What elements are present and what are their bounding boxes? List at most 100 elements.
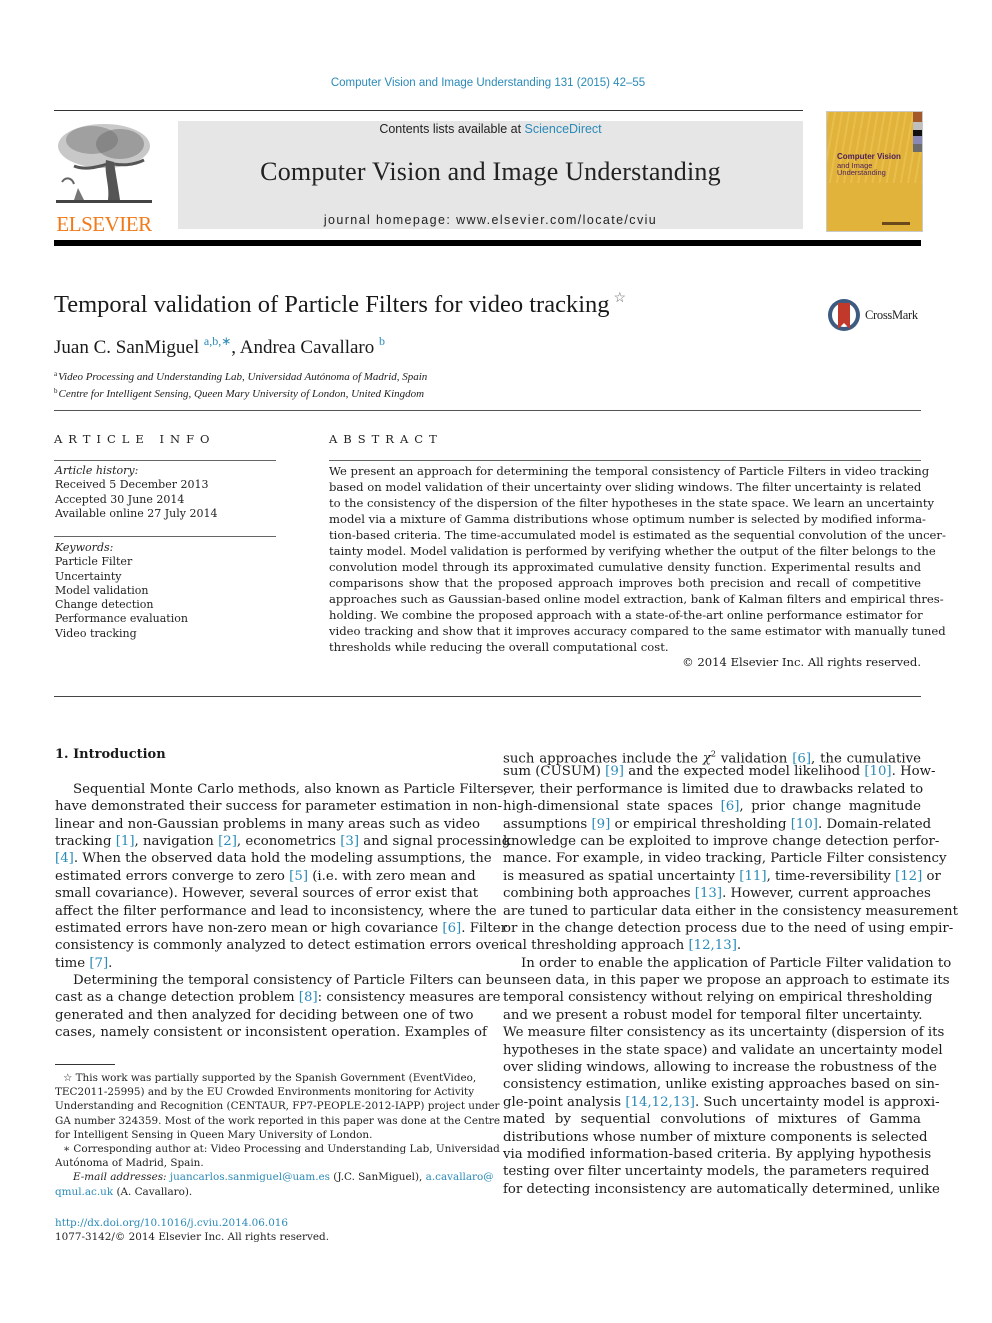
text-line: E-mail addresses: juancarlos.sanmiguel@u…	[73, 1171, 494, 1184]
body-right-column: such approaches include the χ2 validatio…	[503, 746, 958, 1198]
citation-link[interactable]: [8]	[299, 990, 318, 1005]
citation-link[interactable]: juancarlos.sanmiguel@uam.es	[170, 1171, 330, 1183]
abstract-line: model via a mixture of Gamma distributio…	[329, 512, 926, 526]
elsevier-logo[interactable]: ELSEVIER	[54, 120, 154, 236]
text-line: small covariance). However, several sour…	[55, 886, 479, 902]
text-line: for Intelligent Sensing in Queen Mary Un…	[55, 1128, 373, 1141]
citation-link[interactable]: [11]	[739, 869, 766, 884]
text-line: Sequential Monte Carlo methods, also kno…	[73, 781, 508, 797]
citation-link[interactable]: [6]	[442, 921, 461, 936]
author-name: Juan C. SanMiguel	[54, 337, 200, 358]
text-line: for detecting inconsistency are automati…	[503, 1181, 940, 1197]
text-line: have demonstrated their success for para…	[55, 799, 503, 815]
cover-subtitle: and Image Understanding	[837, 161, 886, 177]
footnotes: ☆ This work was partially supported by t…	[55, 1071, 500, 1199]
text-line: ∗ Corresponding author at: Video Process…	[63, 1142, 500, 1155]
citation-link[interactable]: [12,13]	[688, 938, 736, 953]
introduction-paragraphs: Sequential Monte Carlo methods, also kno…	[55, 781, 511, 1042]
keyword: Uncertainty	[55, 569, 122, 583]
author-name: Andrea Cavallaro	[239, 337, 375, 358]
keyword: Performance evaluation	[55, 612, 188, 626]
citation-link[interactable]: a.cavallaro@	[426, 1171, 494, 1183]
text-line: Autónoma of Madrid, Spain.	[55, 1157, 204, 1170]
abstract-line: comparisons show that the proposed appro…	[329, 576, 921, 590]
divider	[54, 696, 921, 697]
text-line: ☆ This work was partially supported by t…	[63, 1072, 477, 1084]
abstract-line: convolution model through its approximat…	[329, 560, 921, 574]
citation-link[interactable]: [1]	[116, 834, 135, 849]
header-thick-divider	[54, 240, 921, 246]
label-text: E-mail addresses:	[73, 1171, 170, 1184]
text-line: hypotheses in the state space) and valid…	[503, 1042, 943, 1058]
author-affiliation-marks[interactable]: b	[379, 334, 385, 348]
abstract-line: video tracking and show that it improves…	[329, 624, 946, 638]
author-affiliation-marks[interactable]: a,b,∗	[204, 334, 231, 348]
affiliation-a: aVideo Processing and Understanding Lab,…	[54, 370, 428, 383]
text-line: over sliding windows, allowing to increa…	[503, 1060, 937, 1076]
text-line: estimated errors converge to zero [5] (i…	[55, 868, 476, 884]
keywords-heading: Keywords:	[55, 541, 114, 554]
article-title: Temporal validation of Particle Filters …	[54, 291, 627, 318]
text-line: TEC2011-25995) and by the EU Crowded Env…	[55, 1086, 475, 1099]
divider	[54, 460, 276, 461]
citation-link[interactable]: [3]	[340, 834, 359, 849]
journal-homepage-link[interactable]: journal homepage: www.elsevier.com/locat…	[178, 213, 803, 227]
article-history: Article history: Received 5 December 201…	[55, 464, 217, 521]
text-line: and we present a robust model for tempor…	[503, 1007, 923, 1023]
abstract-line: holding. We combine the proposed approac…	[329, 608, 923, 622]
text-line: ical thresholding approach [12,13].	[503, 938, 742, 954]
abstract-line: based on model validation of their uncer…	[329, 480, 922, 494]
divider	[329, 460, 921, 461]
text-line: or in the change detection process due t…	[503, 920, 954, 936]
text-line: cases, namely consistent or inconsistent…	[55, 1025, 487, 1041]
text-line: qmul.ac.uk (A. Cavallaro).	[55, 1185, 193, 1198]
text-line: knowledge can be exploited to improve ch…	[503, 833, 940, 849]
text-line: cast as a change detection problem [8]: …	[55, 990, 501, 1006]
journal-cover-thumbnail[interactable]: Computer Vision and Image Understanding	[826, 111, 923, 232]
text-line: In order to enable the application of Pa…	[521, 955, 952, 971]
title-footnote-star-icon[interactable]: ☆	[614, 291, 627, 306]
crossmark-badge[interactable]: CrossMark	[827, 297, 927, 333]
crossmark-icon	[828, 299, 860, 331]
citation-link[interactable]: [10]	[864, 764, 891, 779]
divider	[54, 536, 276, 537]
citation-link[interactable]: [7]	[89, 956, 108, 971]
text-line: affect the filter performance and lead t…	[55, 903, 497, 919]
text-line: mance. For example, in video tracking, P…	[503, 851, 947, 867]
citation-link[interactable]: [6]	[721, 799, 740, 814]
citation-link[interactable]: qmul.ac.uk	[55, 1186, 113, 1198]
history-online: Available online 27 July 2014	[55, 506, 218, 520]
citation-link[interactable]: [2]	[218, 834, 237, 849]
citation-link[interactable]: [14,12,13]	[625, 1095, 695, 1110]
abstract-line: tainty model. Model validation is perfor…	[329, 544, 936, 558]
text-line: tracking [1], navigation [2], econometri…	[55, 833, 511, 849]
abstract-heading: ABSTRACT	[329, 432, 443, 446]
cover-image-strip	[913, 112, 922, 152]
divider	[54, 410, 921, 411]
citation-link[interactable]: [5]	[289, 869, 308, 884]
text-line: testing over filter uncertainty models, …	[503, 1164, 930, 1180]
citation-link[interactable]: [9]	[591, 817, 610, 832]
affiliations: aVideo Processing and Understanding Lab,…	[54, 367, 427, 401]
abstract-line: to the consistency of the dispersion of …	[329, 496, 935, 510]
body-left-column: 1. Introduction Sequential Monte Carlo m…	[55, 746, 511, 1042]
text-line: [4]. When the observed data hold the mod…	[55, 851, 492, 867]
citation-link[interactable]: [10]	[791, 817, 818, 832]
citation-link[interactable]: [9]	[605, 764, 624, 779]
text-line: Determining the temporal consistency of …	[73, 973, 503, 989]
journal-reference[interactable]: Computer Vision and Image Understanding …	[0, 77, 976, 89]
text-line: Understanding and Recognition (CENTAUR, …	[55, 1100, 500, 1113]
text-line: is measured as spatial uncertainty [11],…	[503, 868, 941, 884]
sciencedirect-link[interactable]: ScienceDirect	[525, 122, 602, 136]
elsevier-tree-icon	[54, 120, 154, 206]
text-line: mated by sequential convolutions of mixt…	[503, 1112, 921, 1128]
citation-link[interactable]: [12]	[895, 869, 922, 884]
abstract-line: tion-based criteria. The time-accumulate…	[329, 528, 946, 542]
doi-link[interactable]: http://dx.doi.org/10.1016/j.cviu.2014.06…	[55, 1216, 288, 1230]
keyword: Change detection	[55, 598, 154, 612]
journal-banner: Contents lists available at ScienceDirec…	[178, 121, 803, 229]
text-line: are tuned to particular data either in t…	[503, 903, 958, 919]
text-line: time [7].	[55, 955, 113, 971]
citation-link[interactable]: [4]	[55, 851, 74, 866]
citation-link[interactable]: [13]	[695, 886, 722, 901]
